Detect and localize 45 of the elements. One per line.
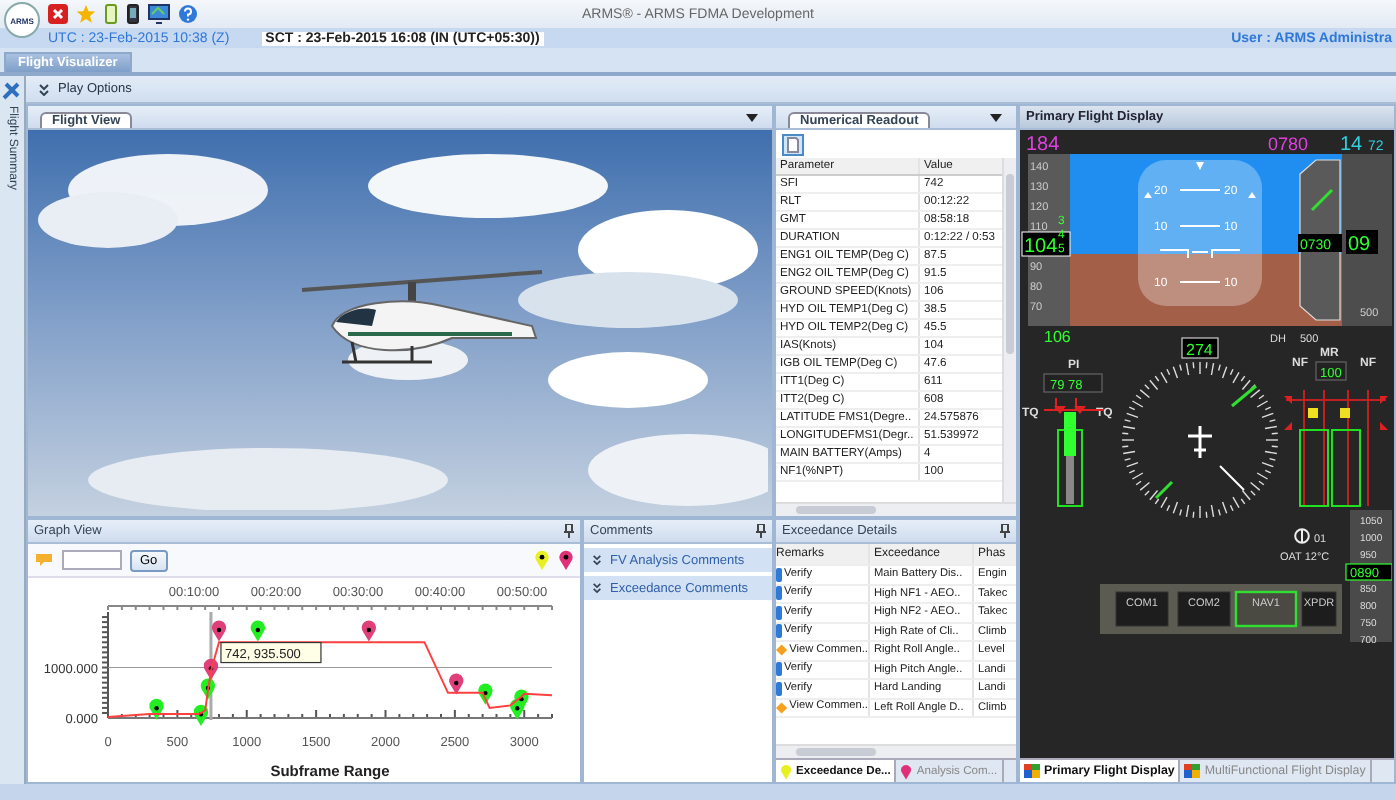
pin-icon (900, 763, 913, 779)
marker-pin-icon[interactable] (193, 704, 209, 726)
chevron-icon (592, 582, 602, 594)
caret-icon[interactable] (746, 113, 758, 121)
heading-readout: 274 (1181, 337, 1219, 359)
dock-pin-icon[interactable] (564, 524, 574, 538)
close-icon[interactable] (48, 4, 68, 24)
rotor-speed-gauge (1284, 389, 1388, 507)
selected-speed: 184 (1026, 134, 1060, 156)
window-icon (1184, 764, 1201, 778)
chevron-icon (592, 554, 602, 566)
altitude-scale (1350, 510, 1392, 642)
caret-icon[interactable] (990, 113, 1002, 121)
marker-pin-icon[interactable] (250, 620, 266, 642)
subframe-input[interactable] (62, 550, 122, 570)
vertical-speed-major: 14 (1340, 134, 1363, 156)
vertical-speed-readout: 09 (1346, 230, 1378, 256)
marker-pin-icon[interactable] (514, 689, 529, 711)
dock-pin-icon[interactable] (756, 524, 766, 538)
y-axis (101, 611, 109, 719)
cursor-line (209, 612, 213, 720)
document-icon[interactable] (782, 133, 804, 155)
help-icon[interactable] (178, 4, 198, 24)
marker-pin-icon[interactable] (211, 620, 227, 642)
ground-speed: 106 (1044, 328, 1071, 346)
marker-pin-icon[interactable] (203, 658, 219, 680)
marker-pin-icon[interactable] (449, 673, 464, 695)
pin-icon (780, 763, 792, 779)
phone-icon[interactable] (126, 4, 140, 24)
marker-pin-icon[interactable] (200, 678, 216, 700)
horizontal-scrollbar[interactable] (776, 744, 1016, 758)
marker-pin-icon[interactable] (149, 698, 164, 720)
monitor-icon[interactable] (148, 4, 170, 24)
star-icon[interactable] (76, 4, 96, 24)
gauge-icon (1295, 529, 1309, 543)
horizontal-scrollbar[interactable] (776, 502, 1016, 516)
marker-pin-icon[interactable] (478, 683, 493, 705)
window-icon (1024, 764, 1040, 778)
selected-heading: 0780 (1268, 134, 1309, 154)
dock-pin-icon[interactable] (1000, 524, 1010, 538)
chevron-icon (38, 83, 50, 95)
marker-legend-icon[interactable] (534, 550, 550, 570)
marker-pin-icon[interactable] (361, 620, 377, 642)
marker-legend-icon[interactable] (558, 550, 574, 570)
vertical-scrollbar[interactable] (1002, 158, 1016, 502)
